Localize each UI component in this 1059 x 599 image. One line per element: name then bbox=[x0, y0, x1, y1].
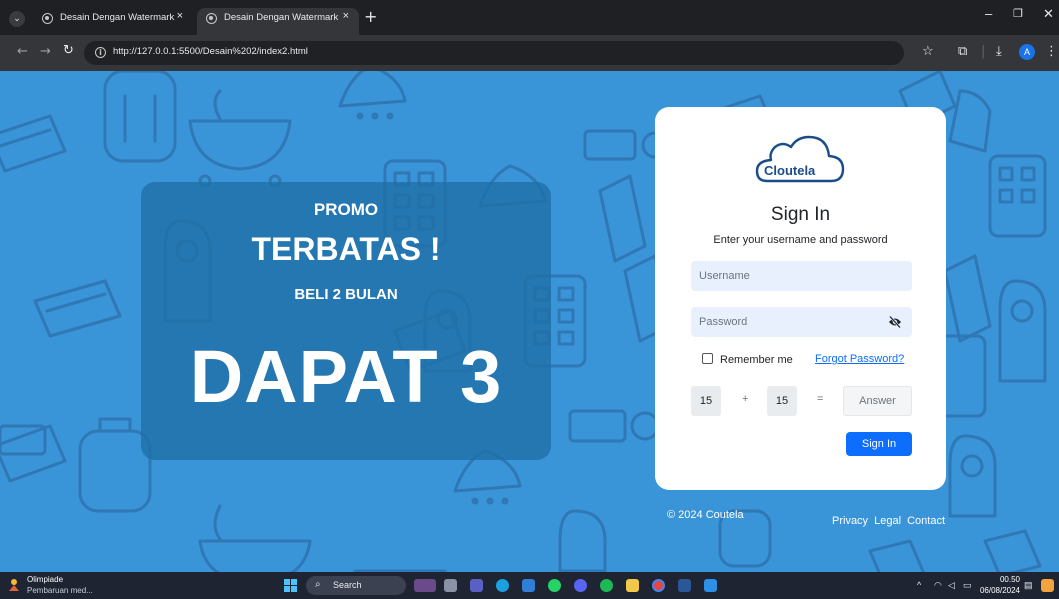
address-bar[interactable]: i http://127.0.0.1:5500/Desain%202/index… bbox=[84, 41, 904, 65]
search-icon: ⌕ bbox=[315, 579, 321, 590]
forgot-password-link[interactable]: Forgot Password? bbox=[815, 353, 904, 365]
news-widget-title[interactable]: Olimpiade bbox=[27, 575, 63, 584]
spotify-icon[interactable] bbox=[600, 579, 613, 592]
legal-link[interactable]: Legal bbox=[874, 515, 901, 527]
taskbar-search[interactable]: ⌕ Search bbox=[306, 576, 406, 595]
discord-icon[interactable] bbox=[574, 579, 587, 592]
cloud-logo-icon bbox=[755, 135, 845, 183]
new-tab-icon[interactable]: + bbox=[364, 7, 377, 26]
captcha-number-a: 15 bbox=[691, 386, 721, 416]
browser-tab-active[interactable]: Desain Dengan Watermark × bbox=[197, 8, 359, 35]
task-view-icon[interactable] bbox=[444, 579, 457, 592]
toolbar-divider: | bbox=[981, 44, 986, 59]
close-window-icon[interactable]: ✕ bbox=[1043, 6, 1054, 22]
username-input[interactable] bbox=[691, 261, 912, 291]
promo-content: PROMO TERBATAS ! BELI 2 BULAN DAPAT 3 bbox=[141, 182, 551, 460]
sign-in-title: Sign In bbox=[770, 204, 831, 225]
tab-title: Desain Dengan Watermark bbox=[60, 12, 175, 23]
forward-icon[interactable]: → bbox=[40, 44, 51, 59]
profile-avatar[interactable]: A bbox=[1019, 44, 1035, 60]
promo-label: PROMO bbox=[313, 200, 379, 219]
sign-in-subtitle: Enter your username and password bbox=[713, 234, 888, 246]
download-icon[interactable]: ⤓ bbox=[996, 44, 1002, 59]
edge-icon[interactable] bbox=[496, 579, 509, 592]
globe-icon bbox=[42, 13, 53, 24]
captcha-answer-input[interactable] bbox=[843, 386, 912, 416]
vscode-icon[interactable] bbox=[704, 579, 717, 592]
windows-taskbar: Olimpiade Pembaruan med... ⌕ Search ^ ◠ … bbox=[0, 572, 1059, 599]
eye-slash-icon[interactable] bbox=[888, 316, 902, 328]
taskbar-search-label: Search bbox=[333, 580, 362, 590]
back-icon[interactable]: ← bbox=[17, 44, 28, 59]
brand-logo-text: Cloutela bbox=[764, 163, 816, 178]
url-text: http://127.0.0.1:5500/Desain%202/index2.… bbox=[113, 46, 308, 57]
promo-headline: TERBATAS ! bbox=[251, 231, 441, 267]
notification-icon[interactable]: ▤ bbox=[1024, 580, 1033, 591]
chrome-icon[interactable] bbox=[652, 579, 665, 592]
copilot-icon[interactable] bbox=[1041, 579, 1054, 592]
restore-icon[interactable]: ❐ bbox=[1013, 7, 1023, 20]
globe-icon bbox=[206, 13, 217, 24]
windows-start-icon[interactable] bbox=[284, 579, 297, 592]
volume-icon[interactable]: ◁ bbox=[948, 580, 955, 591]
taskbar-date[interactable]: 06/08/2024 bbox=[960, 586, 1020, 595]
word-icon[interactable] bbox=[678, 579, 691, 592]
menu-kebab-icon[interactable]: ⋮ bbox=[1045, 44, 1058, 59]
weather-news-icon[interactable] bbox=[7, 578, 21, 592]
browser-toolbar: ← → ↻ i http://127.0.0.1:5500/Desain%202… bbox=[0, 35, 1059, 71]
tray-overflow-icon[interactable]: ^ bbox=[917, 580, 921, 590]
whatsapp-icon[interactable] bbox=[548, 579, 561, 592]
copyright-text: © 2024 Coutela bbox=[667, 509, 744, 521]
remember-me[interactable]: Remember me bbox=[702, 353, 793, 366]
contact-link[interactable]: Contact bbox=[907, 515, 945, 527]
privacy-link[interactable]: Privacy bbox=[832, 515, 868, 527]
teams-icon[interactable] bbox=[470, 579, 483, 592]
tab-search-chevron-icon[interactable]: ⌄ bbox=[9, 11, 25, 27]
reload-icon[interactable]: ↻ bbox=[63, 43, 74, 58]
news-widget-subtitle[interactable]: Pembaruan med... bbox=[27, 586, 93, 595]
file-explorer-icon[interactable] bbox=[626, 579, 639, 592]
sign-in-card: Cloutela Sign In Enter your username and… bbox=[655, 107, 946, 490]
taskbar-time[interactable]: 00.50 bbox=[988, 575, 1020, 584]
site-info-icon[interactable]: i bbox=[95, 47, 106, 58]
minimize-icon[interactable]: – bbox=[985, 6, 992, 21]
extensions-icon[interactable]: ⧉ bbox=[958, 44, 967, 59]
browser-tab-inactive[interactable]: Desain Dengan Watermark × bbox=[33, 8, 193, 35]
password-input[interactable] bbox=[691, 307, 912, 337]
wifi-icon[interactable]: ◠ bbox=[934, 580, 942, 591]
page-viewport: PROMO TERBATAS ! BELI 2 BULAN DAPAT 3 Cl… bbox=[0, 71, 1059, 572]
remember-me-label: Remember me bbox=[720, 354, 793, 366]
sign-in-button[interactable]: Sign In bbox=[846, 432, 912, 456]
captcha-equals: = bbox=[817, 393, 824, 405]
widgets-icon[interactable] bbox=[414, 579, 436, 592]
bookmark-star-icon[interactable]: ☆ bbox=[922, 44, 934, 59]
remember-me-checkbox[interactable] bbox=[702, 353, 713, 364]
footer-links: Privacy Legal Contact bbox=[832, 515, 948, 527]
captcha-operator: + bbox=[742, 393, 749, 405]
store-icon[interactable] bbox=[522, 579, 535, 592]
captcha-number-b: 15 bbox=[767, 386, 797, 416]
tab-title: Desain Dengan Watermark bbox=[224, 12, 339, 23]
close-tab-icon[interactable]: × bbox=[177, 10, 183, 22]
promo-offer-line: BELI 2 BULAN bbox=[294, 286, 398, 303]
close-tab-icon[interactable]: × bbox=[343, 10, 349, 22]
promo-big-text: DAPAT 3 bbox=[189, 335, 503, 418]
browser-tab-strip: ⌄ Desain Dengan Watermark × Desain Denga… bbox=[0, 0, 1059, 35]
